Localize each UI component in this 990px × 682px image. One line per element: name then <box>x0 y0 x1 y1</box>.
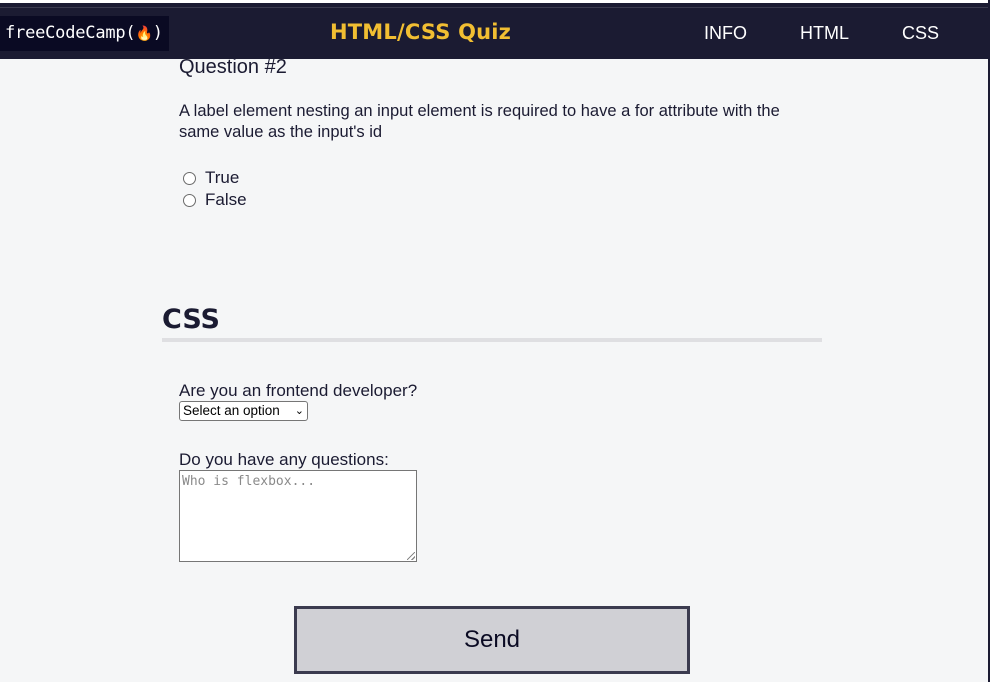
radio-option-true[interactable]: True <box>183 168 239 188</box>
radio-label: False <box>205 190 247 209</box>
nav-link-html[interactable]: HTML <box>800 23 849 44</box>
nav-link-info[interactable]: INFO <box>704 23 747 44</box>
radio-label: True <box>205 168 240 187</box>
questions-textarea[interactable]: Who is flexbox... <box>179 470 417 562</box>
section-divider <box>162 338 822 342</box>
radio-option-false[interactable]: False <box>183 190 247 210</box>
flame-icon: 🔥 <box>135 26 153 42</box>
developer-select[interactable]: Select an option ⌄ <box>179 401 308 421</box>
developer-question-label: Are you an frontend developer? <box>179 381 418 400</box>
navbar-divider <box>0 7 988 8</box>
radio-button[interactable] <box>183 193 196 207</box>
section-heading-css: CSS <box>162 304 220 335</box>
resize-handle-icon[interactable] <box>407 552 415 560</box>
top-navbar: freeCodeCamp(🔥) HTML/CSS Quiz INFO HTML … <box>0 0 988 59</box>
question-text: A label element nesting an input element… <box>179 102 780 141</box>
question-title: Question #2 <box>179 56 287 78</box>
page-title: HTML/CSS Quiz <box>330 20 512 44</box>
textarea-placeholder: Who is flexbox... <box>182 474 316 489</box>
nav-link-css[interactable]: CSS <box>902 23 939 44</box>
select-value: Select an option <box>183 403 280 418</box>
radio-button[interactable] <box>183 171 196 185</box>
logo-text: freeCodeCamp( <box>5 23 136 43</box>
send-button[interactable]: Send <box>294 606 690 674</box>
freecodecamp-logo[interactable]: freeCodeCamp(🔥) <box>0 16 169 51</box>
questions-label: Do you have any questions: <box>179 450 389 469</box>
chevron-down-icon: ⌄ <box>294 405 304 417</box>
logo-close: ) <box>152 23 163 43</box>
